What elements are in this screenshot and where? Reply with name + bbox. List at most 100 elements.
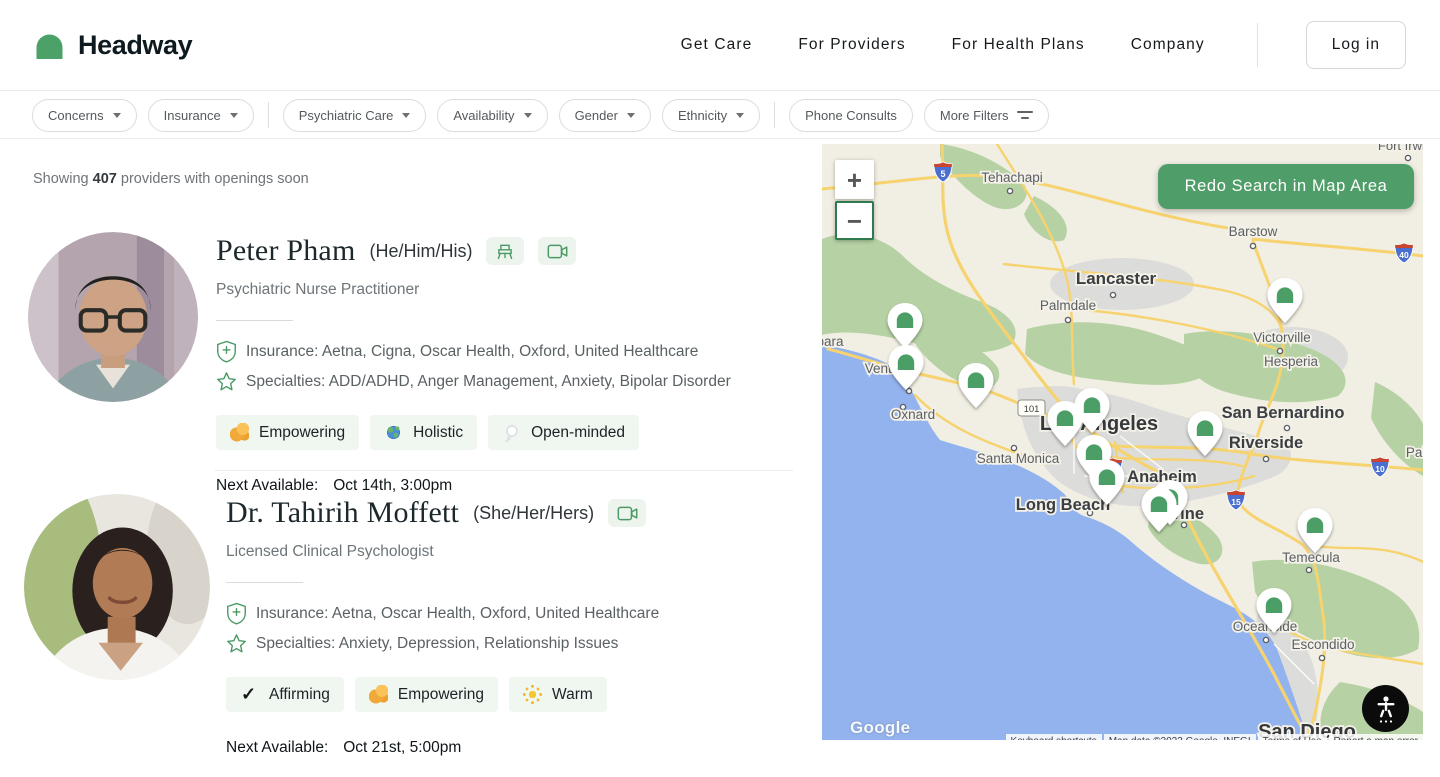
nav-for-health-plans[interactable]: For Health Plans <box>952 36 1085 54</box>
accessibility-widget-button[interactable] <box>1362 685 1409 732</box>
globe-icon <box>384 423 404 442</box>
login-button[interactable]: Log in <box>1305 21 1406 69</box>
map-label-lancaster: Lancaster <box>1076 269 1157 288</box>
next-available-row: Next Available: Oct 21st, 5:00pm <box>226 739 659 757</box>
filter-ethnicity[interactable]: Ethnicity <box>661 98 761 132</box>
filter-divider <box>267 102 269 128</box>
provider-photo[interactable] <box>24 494 210 680</box>
in-person-badge <box>486 237 525 265</box>
insurance-text: Insurance: Aetna, Oscar Health, Oxford, … <box>256 604 660 622</box>
thought-bubble-icon <box>502 423 522 442</box>
nav-company[interactable]: Company <box>1131 36 1205 54</box>
filter-label: Availability <box>453 107 515 123</box>
map-label-escondido: Escondido <box>1291 637 1354 652</box>
map-label-victorville: Victorville <box>1253 330 1311 345</box>
map-panel[interactable]: 5 40 605 10 15 101 <box>822 144 1423 740</box>
terms-of-use-link[interactable]: Terms of Use <box>1257 734 1327 740</box>
filter-insurance[interactable]: Insurance <box>147 98 254 132</box>
map-label-barstow: Barstow <box>1229 224 1278 239</box>
tag-label: Warm <box>552 685 593 703</box>
provider-photo-image <box>28 232 198 402</box>
shield-us101: 101 <box>1024 404 1040 415</box>
nav-get-care[interactable]: Get Care <box>681 36 753 54</box>
headway-logo[interactable]: Headway <box>34 29 193 61</box>
video-badge <box>608 499 647 527</box>
muscle-icon <box>368 685 388 704</box>
divider <box>216 320 293 321</box>
filter-label: Concerns <box>48 107 104 123</box>
shield-plus-icon <box>227 602 246 625</box>
next-available-value: Oct 21st, 5:00pm <box>343 739 462 756</box>
provider-pronouns: (He/Him/His) <box>369 240 473 261</box>
nav-for-providers[interactable]: For Providers <box>798 36 905 54</box>
tag-pill: Empowering <box>354 677 499 712</box>
next-available-row: Next Available: Oct 14th, 3:00pm <box>216 477 731 495</box>
chevron-down-icon <box>736 112 745 118</box>
report-map-error-link[interactable]: Report a map error <box>1328 734 1423 740</box>
chevron-down-icon <box>229 112 238 118</box>
filter-label: Ethnicity <box>677 107 728 123</box>
insurance-row: Insurance: Aetna, Oscar Health, Oxford, … <box>226 602 659 625</box>
chevron-down-icon <box>402 112 411 118</box>
map-label-santa-barbara: Santa Barbara <box>822 334 844 349</box>
map-label-palm-springs: Palm Springs <box>1406 445 1423 460</box>
brand-name: Headway <box>78 29 193 60</box>
filter-concerns[interactable]: Concerns <box>32 98 137 132</box>
video-badge <box>538 237 577 265</box>
divider <box>226 582 303 583</box>
chevron-down-icon <box>626 112 635 118</box>
chevron-down-icon <box>112 112 121 118</box>
tag-pill: Affirming <box>226 677 344 712</box>
filter-label: Phone Consults <box>805 107 897 123</box>
provider-results-panel: Showing 407 providers with openings soon <box>0 139 800 777</box>
accessibility-person-icon <box>1377 695 1394 723</box>
google-logo: Google <box>850 718 911 737</box>
filter-bar: Concerns Insurance Psychiatric Care Avai… <box>0 92 1440 139</box>
tag-pill: Warm <box>509 677 607 712</box>
map-data-credit: Map data ©2023 Google, INEGI <box>1103 734 1256 740</box>
filter-label: More Filters <box>939 107 1009 123</box>
tag-label: Empowering <box>259 423 346 441</box>
check-icon <box>240 684 259 705</box>
tag-pill: Holistic <box>370 415 478 450</box>
filter-gender[interactable]: Gender <box>558 98 651 132</box>
nav-divider <box>1256 23 1258 67</box>
map-zoom-out-button[interactable]: − <box>835 201 874 240</box>
filter-phone-consults[interactable]: Phone Consults <box>789 98 913 132</box>
next-available-value: Oct 14th, 3:00pm <box>333 477 453 494</box>
provider-card[interactable]: Dr. Tahirih Moffett (She/Her/Hers) Licen… <box>24 494 659 757</box>
provider-photo[interactable] <box>28 232 198 402</box>
provider-name[interactable]: Dr. Tahirih Moffett <box>226 496 459 530</box>
top-nav: Headway Get Care For Providers For Healt… <box>0 0 1440 91</box>
filter-divider <box>774 102 776 128</box>
map-label-santa-monica: Santa Monica <box>977 451 1060 466</box>
filter-label: Insurance <box>163 107 221 123</box>
specialties-text: Specialties: ADD/ADHD, Anger Management,… <box>246 372 731 390</box>
redo-search-button[interactable]: Redo Search in Map Area <box>1158 164 1414 209</box>
headway-dome-icon <box>36 34 63 59</box>
filter-availability[interactable]: Availability <box>437 98 548 132</box>
tag-label: Open-minded <box>531 423 626 441</box>
map-label-san-bernardino: San Bernardino <box>1222 404 1345 422</box>
filter-more-filters[interactable]: More Filters <box>923 98 1050 132</box>
provider-card[interactable]: Peter Pham (He/Him/His) Psychiatric Nurs… <box>28 232 731 495</box>
specialties-row: Specialties: Anxiety, Depression, Relati… <box>226 633 659 654</box>
map-label-temecula: Temecula <box>1282 550 1340 565</box>
tag-pill: Open-minded <box>488 415 640 450</box>
provider-name[interactable]: Peter Pham <box>216 234 355 268</box>
filter-label: Gender <box>574 107 618 123</box>
insurance-text: Insurance: Aetna, Cigna, Oscar Health, O… <box>246 342 699 360</box>
keyboard-shortcuts-link[interactable]: Keyboard shortcuts <box>1005 734 1102 740</box>
provider-photo-image <box>24 494 210 680</box>
specialties-row: Specialties: ADD/ADHD, Anger Management,… <box>216 371 731 392</box>
filter-psychiatric-care[interactable]: Psychiatric Care <box>282 98 427 132</box>
tag-label: Empowering <box>397 685 485 703</box>
map-zoom-in-button[interactable]: + <box>835 160 874 199</box>
map-label-fort-irwin: Fort Irwin <box>1378 144 1423 153</box>
chevron-down-icon <box>523 112 532 118</box>
filter-lines-icon <box>1017 111 1034 119</box>
map-canvas[interactable]: 5 40 605 10 15 101 <box>822 144 1423 740</box>
shield-i10: 10 <box>1375 464 1385 474</box>
muscle-icon <box>230 423 249 442</box>
headway-search-page: Headway Get Care For Providers For Healt… <box>0 0 1440 777</box>
